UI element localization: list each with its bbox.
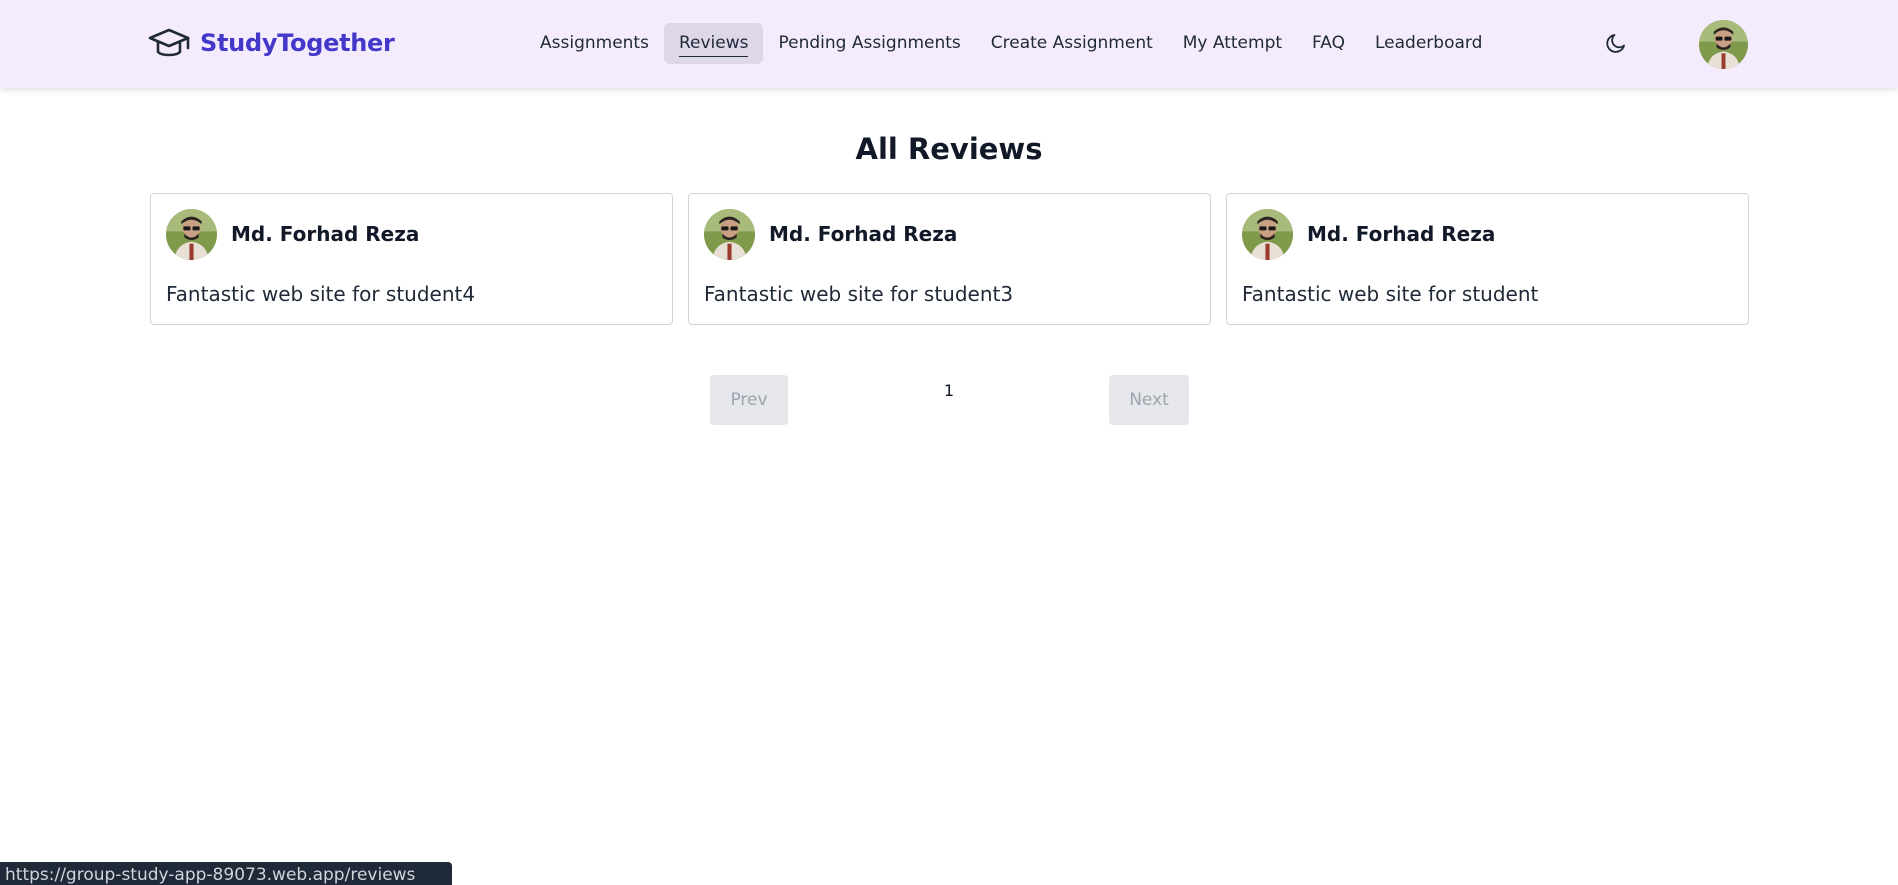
review-card: Md. Forhad Reza Fantastic web site for s… (150, 193, 673, 325)
review-text: Fantastic web site for student4 (166, 282, 476, 306)
nav-leaderboard[interactable]: Leaderboard (1360, 23, 1497, 64)
review-card: Md. Forhad Reza Fantastic web site for s… (688, 193, 1211, 325)
review-text: Fantastic web site for student (1242, 282, 1539, 306)
moon-icon (1606, 34, 1625, 53)
main-nav: Assignments Reviews Pending Assignments … (525, 23, 1497, 64)
reviewer-avatar (1242, 209, 1293, 260)
reviewer-avatar (704, 209, 755, 260)
page-title: All Reviews (855, 132, 1043, 166)
reviewer-name: Md. Forhad Reza (231, 222, 420, 246)
next-page-button[interactable]: Next (1109, 375, 1189, 425)
reviewer-name: Md. Forhad Reza (1307, 222, 1496, 246)
nav-pending-assignments[interactable]: Pending Assignments (763, 23, 975, 64)
prev-page-button[interactable]: Prev (710, 375, 788, 425)
brand-name: StudyTogether (200, 29, 395, 57)
graduation-cap-icon (148, 28, 190, 57)
nav-reviews[interactable]: Reviews (663, 23, 764, 64)
review-text: Fantastic web site for student3 (704, 282, 1014, 306)
theme-toggle-button[interactable] (1601, 28, 1631, 58)
nav-my-attempt[interactable]: My Attempt (1168, 23, 1297, 64)
reviewer-avatar (166, 209, 217, 260)
nav-create-assignment[interactable]: Create Assignment (976, 23, 1168, 64)
reviewer-name: Md. Forhad Reza (769, 222, 958, 246)
brand-logo-link[interactable]: StudyTogether (148, 24, 395, 62)
user-photo (1699, 20, 1748, 69)
status-bar-url: https://group-study-app-89073.web.app/re… (0, 862, 452, 885)
nav-assignments[interactable]: Assignments (525, 23, 664, 64)
review-card: Md. Forhad Reza Fantastic web site for s… (1226, 193, 1749, 325)
nav-faq[interactable]: FAQ (1297, 23, 1360, 64)
current-page-number[interactable]: 1 (940, 381, 958, 400)
user-avatar[interactable] (1699, 20, 1748, 69)
navbar: StudyTogether Assignments Reviews Pendin… (0, 0, 1898, 88)
reviews-list: Md. Forhad Reza Fantastic web site for s… (150, 193, 1749, 325)
